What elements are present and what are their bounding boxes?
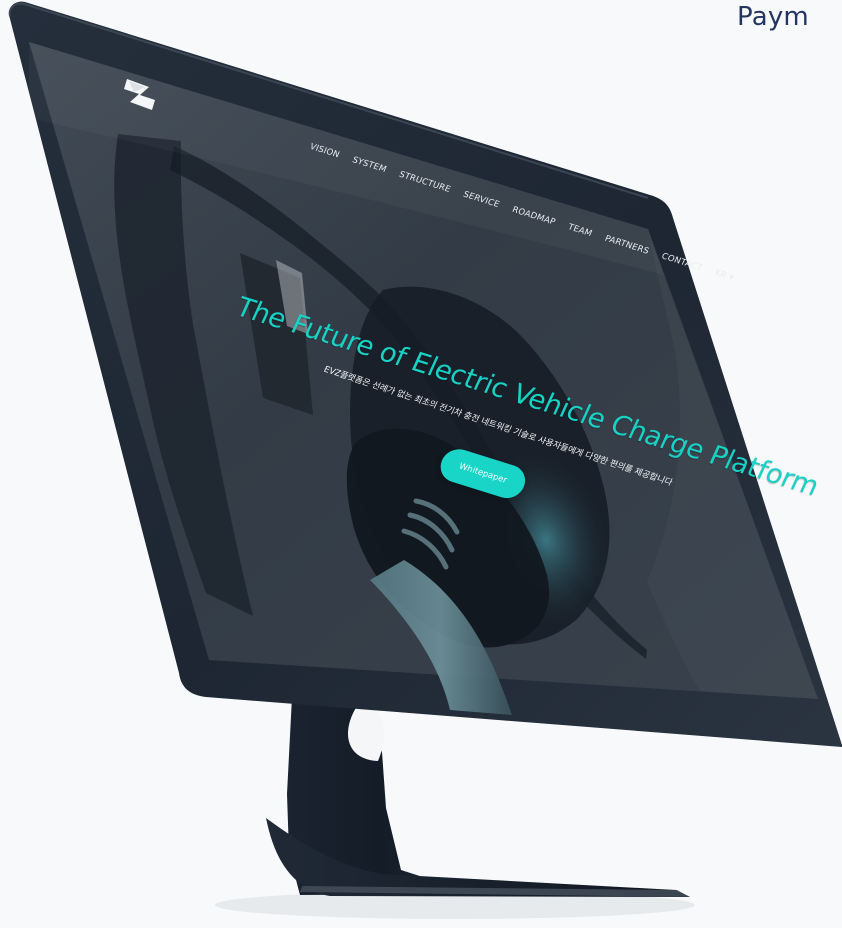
nav-contact[interactable]: CONTACT — [660, 252, 704, 274]
nav-system[interactable]: SYSTEM — [350, 155, 387, 175]
whitepaper-button-label: Whitepaper — [457, 461, 509, 486]
website-hero-screen: VISION SYSTEM STRUCTURE SERVICE ROADMAP … — [0, 0, 842, 928]
main-navigation: VISION SYSTEM STRUCTURE SERVICE ROADMAP … — [308, 142, 735, 283]
brand-logo-icon[interactable] — [122, 74, 158, 114]
whitepaper-button[interactable]: Whitepaper — [435, 445, 531, 503]
language-selector[interactable]: KR ▾ — [713, 268, 735, 283]
hero-title: The Future of Electric Vehicle Charge Pl… — [231, 292, 824, 503]
nav-roadmap[interactable]: ROADMAP — [510, 205, 556, 227]
nav-service[interactable]: SERVICE — [461, 190, 501, 210]
nav-team[interactable]: TEAM — [566, 222, 593, 239]
nav-vision[interactable]: VISION — [308, 142, 341, 160]
nav-structure[interactable]: STRUCTURE — [397, 170, 452, 195]
nav-partners[interactable]: PARTNERS — [603, 234, 650, 257]
